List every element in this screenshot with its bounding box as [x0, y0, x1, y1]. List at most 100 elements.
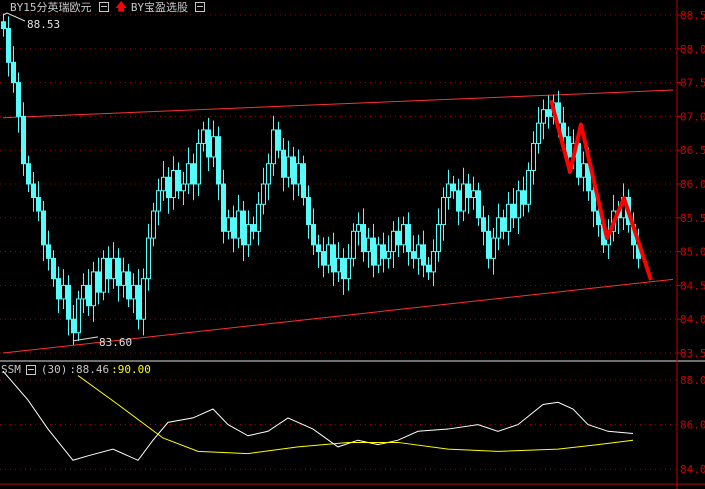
candle-body: [186, 163, 191, 185]
candle-body: [6, 28, 11, 63]
candle-body: [501, 217, 506, 232]
candle-body: [261, 183, 266, 205]
candle-body: [276, 129, 281, 151]
candle-body: [156, 190, 161, 212]
candle-body: [141, 278, 146, 320]
y-tick-label: 86.50: [680, 144, 705, 157]
ssm-value-yellow: :90.00: [111, 363, 151, 376]
candle-body: [361, 224, 366, 253]
candle-body: [16, 82, 21, 117]
candle-body: [281, 149, 286, 178]
y-tick-label: 87.50: [680, 77, 705, 90]
candle-body: [511, 203, 516, 219]
y-tick-label: 87.00: [680, 110, 705, 123]
collapse-icon[interactable]: [25, 364, 36, 375]
candle-body: [96, 271, 101, 293]
candle-body: [241, 210, 246, 246]
collapse-icon[interactable]: [195, 2, 206, 12]
candle-body: [66, 284, 71, 320]
y-tick-label: 85.50: [680, 212, 705, 225]
candle-body: [116, 257, 121, 286]
candle-body: [201, 129, 206, 144]
candle-body: [56, 278, 61, 300]
candle-body: [46, 244, 51, 259]
candle-body: [351, 230, 356, 259]
candle-body: [111, 257, 116, 280]
candle-body: [236, 210, 241, 239]
candle-body: [316, 244, 321, 253]
candle-body: [41, 210, 46, 246]
candle-body: [341, 257, 346, 280]
candle-body: [321, 251, 326, 266]
candle-body: [131, 284, 136, 300]
candle-body: [441, 197, 446, 226]
candle-body: [71, 318, 76, 334]
ssm-header: SSM (30) :88.46 :90.00: [1, 363, 151, 376]
candle-body: [546, 109, 551, 117]
candle-body: [196, 142, 201, 185]
candle-body: [211, 136, 216, 158]
y-tick-label: 88.50: [680, 9, 705, 22]
candle-body: [221, 183, 226, 232]
candle-body: [421, 244, 426, 266]
candle-body: [526, 169, 531, 205]
candle-body: [406, 224, 411, 253]
candle-body: [271, 129, 276, 165]
candle-body: [256, 203, 261, 232]
candle-body: [311, 224, 316, 246]
candle-body: [291, 156, 296, 185]
collapse-icon[interactable]: [98, 2, 109, 12]
y-tick-label: 88.00: [680, 374, 705, 387]
candle-body: [86, 284, 91, 307]
candle-body: [471, 190, 476, 199]
y-tick-label: 85.00: [680, 246, 705, 259]
candle-body: [266, 163, 271, 185]
ssm-value-white: :88.46: [69, 363, 110, 376]
annotation-leader: [72, 336, 99, 342]
ssm-param: (30): [40, 363, 68, 376]
candle-body: [146, 237, 151, 280]
y-tick-label: 84.00: [680, 463, 705, 476]
candle-body: [91, 271, 96, 307]
chart-header: BY15分英瑞欧元 🡅 BY宝盈选股: [10, 0, 208, 14]
candle-body: [231, 217, 236, 239]
y-tick-label: 84.50: [680, 279, 705, 292]
candle-body: [481, 217, 486, 232]
candle-body: [401, 224, 406, 246]
candle-body: [61, 284, 66, 300]
y-tick-label: 83.50: [680, 347, 705, 360]
candle-body: [306, 197, 311, 226]
candle-body: [476, 190, 481, 219]
candle-body: [216, 136, 221, 185]
candle-body: [106, 257, 111, 280]
candle-body: [531, 142, 536, 171]
candle-body: [541, 109, 546, 124]
candle-body: [171, 169, 176, 199]
candle-body: [416, 244, 421, 259]
candle-body: [461, 183, 466, 212]
candle-body: [536, 122, 541, 144]
candle-body: [31, 183, 36, 199]
candle-body: [76, 298, 81, 334]
price-chart[interactable]: 88.50 88.00 87.50 87.00 86.50 86.00 85.50 85.00…: [0, 0, 705, 489]
candle-body: [346, 257, 351, 280]
candle-body: [581, 163, 586, 178]
candle-body: [371, 237, 376, 266]
price-annotation: 88.53: [27, 18, 60, 31]
candle-body: [391, 230, 396, 253]
candle-body: [301, 163, 306, 199]
y-tick-label: 86.00: [680, 419, 705, 432]
candle-body: [426, 264, 431, 273]
candle-body: [286, 156, 291, 178]
candle-body: [381, 244, 386, 259]
up-arrow-icon: 🡅: [115, 0, 127, 13]
candle-body: [1, 21, 6, 30]
y-tick-label: 84.00: [680, 313, 705, 326]
ssm-white-line: [2, 370, 634, 461]
candle-body: [51, 257, 56, 280]
candle-body: [411, 251, 416, 259]
candle-body: [11, 61, 16, 84]
candle-body: [161, 176, 166, 192]
candle-body: [126, 271, 131, 300]
trendline: [2, 89, 674, 119]
